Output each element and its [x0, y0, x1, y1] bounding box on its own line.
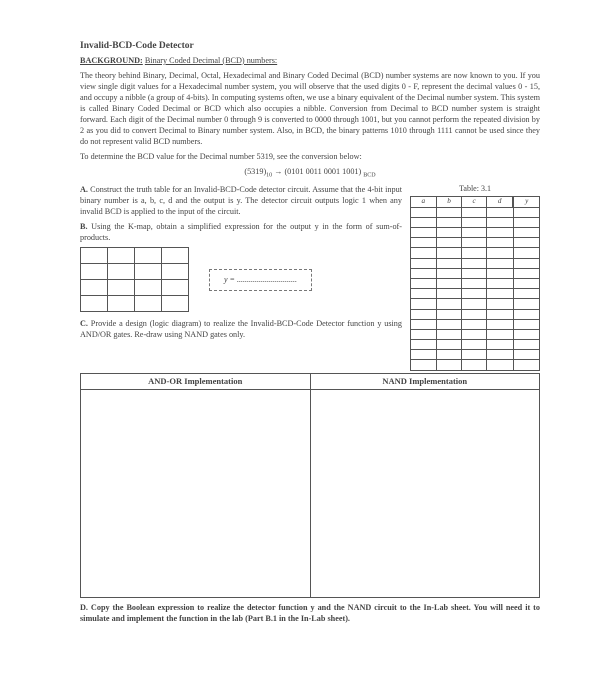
- background-paragraph: The theory behind Binary, Decimal, Octal…: [80, 70, 540, 147]
- conv-lhs: (5319): [244, 167, 266, 176]
- th-d: d: [486, 196, 513, 207]
- section-c-label: C.: [80, 319, 88, 328]
- th-c: c: [462, 196, 487, 207]
- table-row: [411, 258, 540, 268]
- table-row: [411, 360, 540, 370]
- conv-sub2: BCD: [363, 173, 375, 179]
- y-expression-box: y = ..............................: [209, 269, 312, 292]
- th-y: y: [513, 196, 539, 207]
- bg-subtitle: Binary Coded Decimal (BCD) numbers:: [145, 56, 277, 65]
- th-b: b: [436, 196, 462, 207]
- section-a: A. Construct the truth table for an Inva…: [80, 184, 402, 217]
- section-b-label: B.: [80, 222, 88, 231]
- impl-header-nand: NAND Implementation: [310, 373, 540, 389]
- table-row: [411, 268, 540, 278]
- conv-sub1: 10: [266, 173, 272, 179]
- section-a-row: A. Construct the truth table for an Inva…: [80, 184, 540, 371]
- impl-header-andor: AND-OR Implementation: [81, 373, 311, 389]
- table-row: [411, 248, 540, 258]
- y-blank: ..............................: [237, 275, 297, 284]
- table-row: [411, 329, 540, 339]
- impl-cell-andor: [81, 390, 311, 598]
- section-b-text: Using the K-map, obtain a simplified exp…: [80, 222, 402, 242]
- implementation-table: AND-OR Implementation NAND Implementatio…: [80, 373, 540, 598]
- section-c-text: Provide a design (logic diagram) to real…: [80, 319, 402, 339]
- truth-table-wrap: Table: 3.1 a b c d y: [410, 184, 540, 371]
- bg-label: BACKGROUND:: [80, 56, 143, 65]
- section-c: C. Provide a design (logic diagram) to r…: [80, 318, 402, 340]
- kmap-row: y = ..............................: [80, 247, 402, 312]
- truth-table: a b c d y: [410, 196, 540, 371]
- conv-rhs: (0101 0011 0001 1001): [284, 167, 361, 176]
- table-row: [411, 217, 540, 227]
- kmap-grid: [80, 247, 189, 312]
- table-row: [411, 228, 540, 238]
- background-heading: BACKGROUND: Binary Coded Decimal (BCD) n…: [80, 55, 540, 66]
- table-row: [411, 350, 540, 360]
- section-d: D. Copy the Boolean expression to realiz…: [80, 602, 540, 624]
- section-b: B. Using the K-map, obtain a simplified …: [80, 221, 402, 243]
- arrow-icon: →: [274, 167, 282, 176]
- th-a: a: [411, 196, 437, 207]
- conversion-intro: To determine the BCD value for the Decim…: [80, 151, 540, 162]
- y-label: y =: [224, 275, 237, 284]
- table-row: [411, 207, 540, 217]
- impl-cell-nand: [310, 390, 540, 598]
- table-row: [411, 278, 540, 288]
- table-row: [411, 309, 540, 319]
- table-row: [411, 299, 540, 309]
- document-page: Invalid-BCD-Code Detector BACKGROUND: Bi…: [0, 0, 600, 700]
- truth-table-title: Table: 3.1: [410, 184, 540, 195]
- conversion-line: (5319)10 → (0101 0011 0001 1001) BCD: [80, 166, 540, 180]
- doc-title: Invalid-BCD-Code Detector: [80, 40, 540, 53]
- table-row: [411, 340, 540, 350]
- section-a-text: Construct the truth table for an Invalid…: [80, 185, 402, 216]
- table-row: [411, 319, 540, 329]
- section-a-label: A.: [80, 185, 88, 194]
- table-row: [411, 289, 540, 299]
- table-row: [411, 238, 540, 248]
